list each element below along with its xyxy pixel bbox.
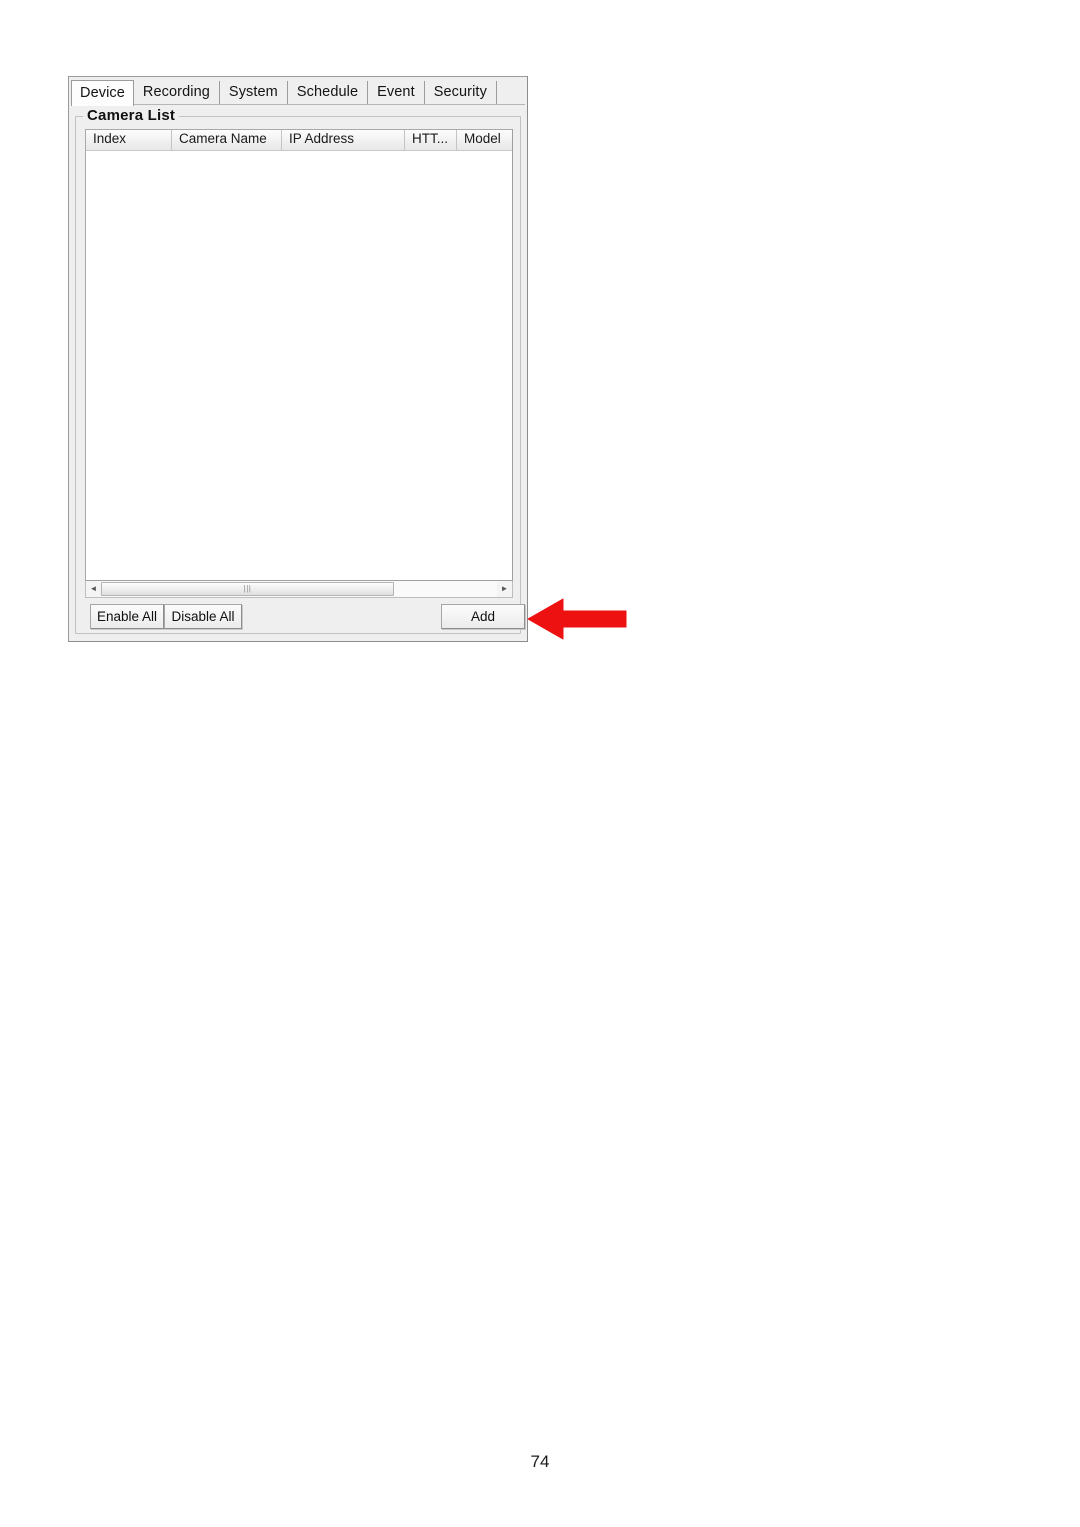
column-header-model[interactable]: Model — [457, 130, 512, 150]
tab-bar-underline — [71, 104, 525, 105]
tab-event[interactable]: Event — [368, 81, 425, 105]
tab-schedule[interactable]: Schedule — [287, 81, 369, 105]
camera-list-legend: Camera List — [83, 107, 180, 124]
page-number: 74 — [530, 1452, 550, 1471]
scrollbar-thumb[interactable]: ||| — [101, 582, 395, 596]
horizontal-scrollbar[interactable]: ◄ ||| ► — [85, 581, 513, 598]
column-header-camera-name[interactable]: Camera Name — [172, 130, 282, 150]
tab-system[interactable]: System — [219, 81, 288, 105]
triangle-left-icon: ◄ — [89, 584, 98, 593]
tab-recording[interactable]: Recording — [133, 81, 220, 105]
tab-label: Event — [377, 84, 415, 100]
scrollbar-track[interactable]: ||| — [101, 581, 497, 597]
column-header-index[interactable]: Index — [86, 130, 172, 150]
device-settings-dialog: Device Recording System Schedule Event S… — [68, 76, 528, 642]
table-body-empty[interactable] — [86, 151, 512, 580]
tab-label: Schedule — [296, 84, 359, 100]
column-header-ip-address[interactable]: IP Address — [282, 130, 405, 150]
tab-label: Security — [433, 84, 487, 100]
enable-all-button[interactable]: Enable All — [90, 604, 164, 629]
tab-security[interactable]: Security — [424, 81, 497, 105]
grip-icon: ||| — [243, 584, 252, 593]
add-button[interactable]: Add — [441, 604, 525, 629]
disable-all-button[interactable]: Disable All — [164, 604, 242, 629]
tab-device[interactable]: Device — [71, 80, 134, 106]
button-bar: Enable All Disable All Add — [85, 604, 525, 630]
camera-list-group: Camera List Index Camera Name IP Address… — [75, 107, 525, 634]
triangle-right-icon: ► — [500, 584, 509, 593]
scroll-right-arrow-icon[interactable]: ► — [497, 581, 512, 597]
tab-label: Recording — [142, 84, 210, 100]
tab-label: Device — [80, 85, 125, 101]
column-header-http-port[interactable]: HTT... — [405, 130, 457, 150]
scroll-left-arrow-icon[interactable]: ◄ — [86, 581, 101, 597]
tab-label: System — [228, 84, 278, 100]
table-header-row: Index Camera Name IP Address HTT... Mode… — [86, 130, 512, 151]
camera-list-table[interactable]: Index Camera Name IP Address HTT... Mode… — [85, 129, 513, 581]
annotation-arrow-icon — [527, 598, 627, 640]
tab-bar: Device Recording System Schedule Event S… — [71, 79, 525, 106]
